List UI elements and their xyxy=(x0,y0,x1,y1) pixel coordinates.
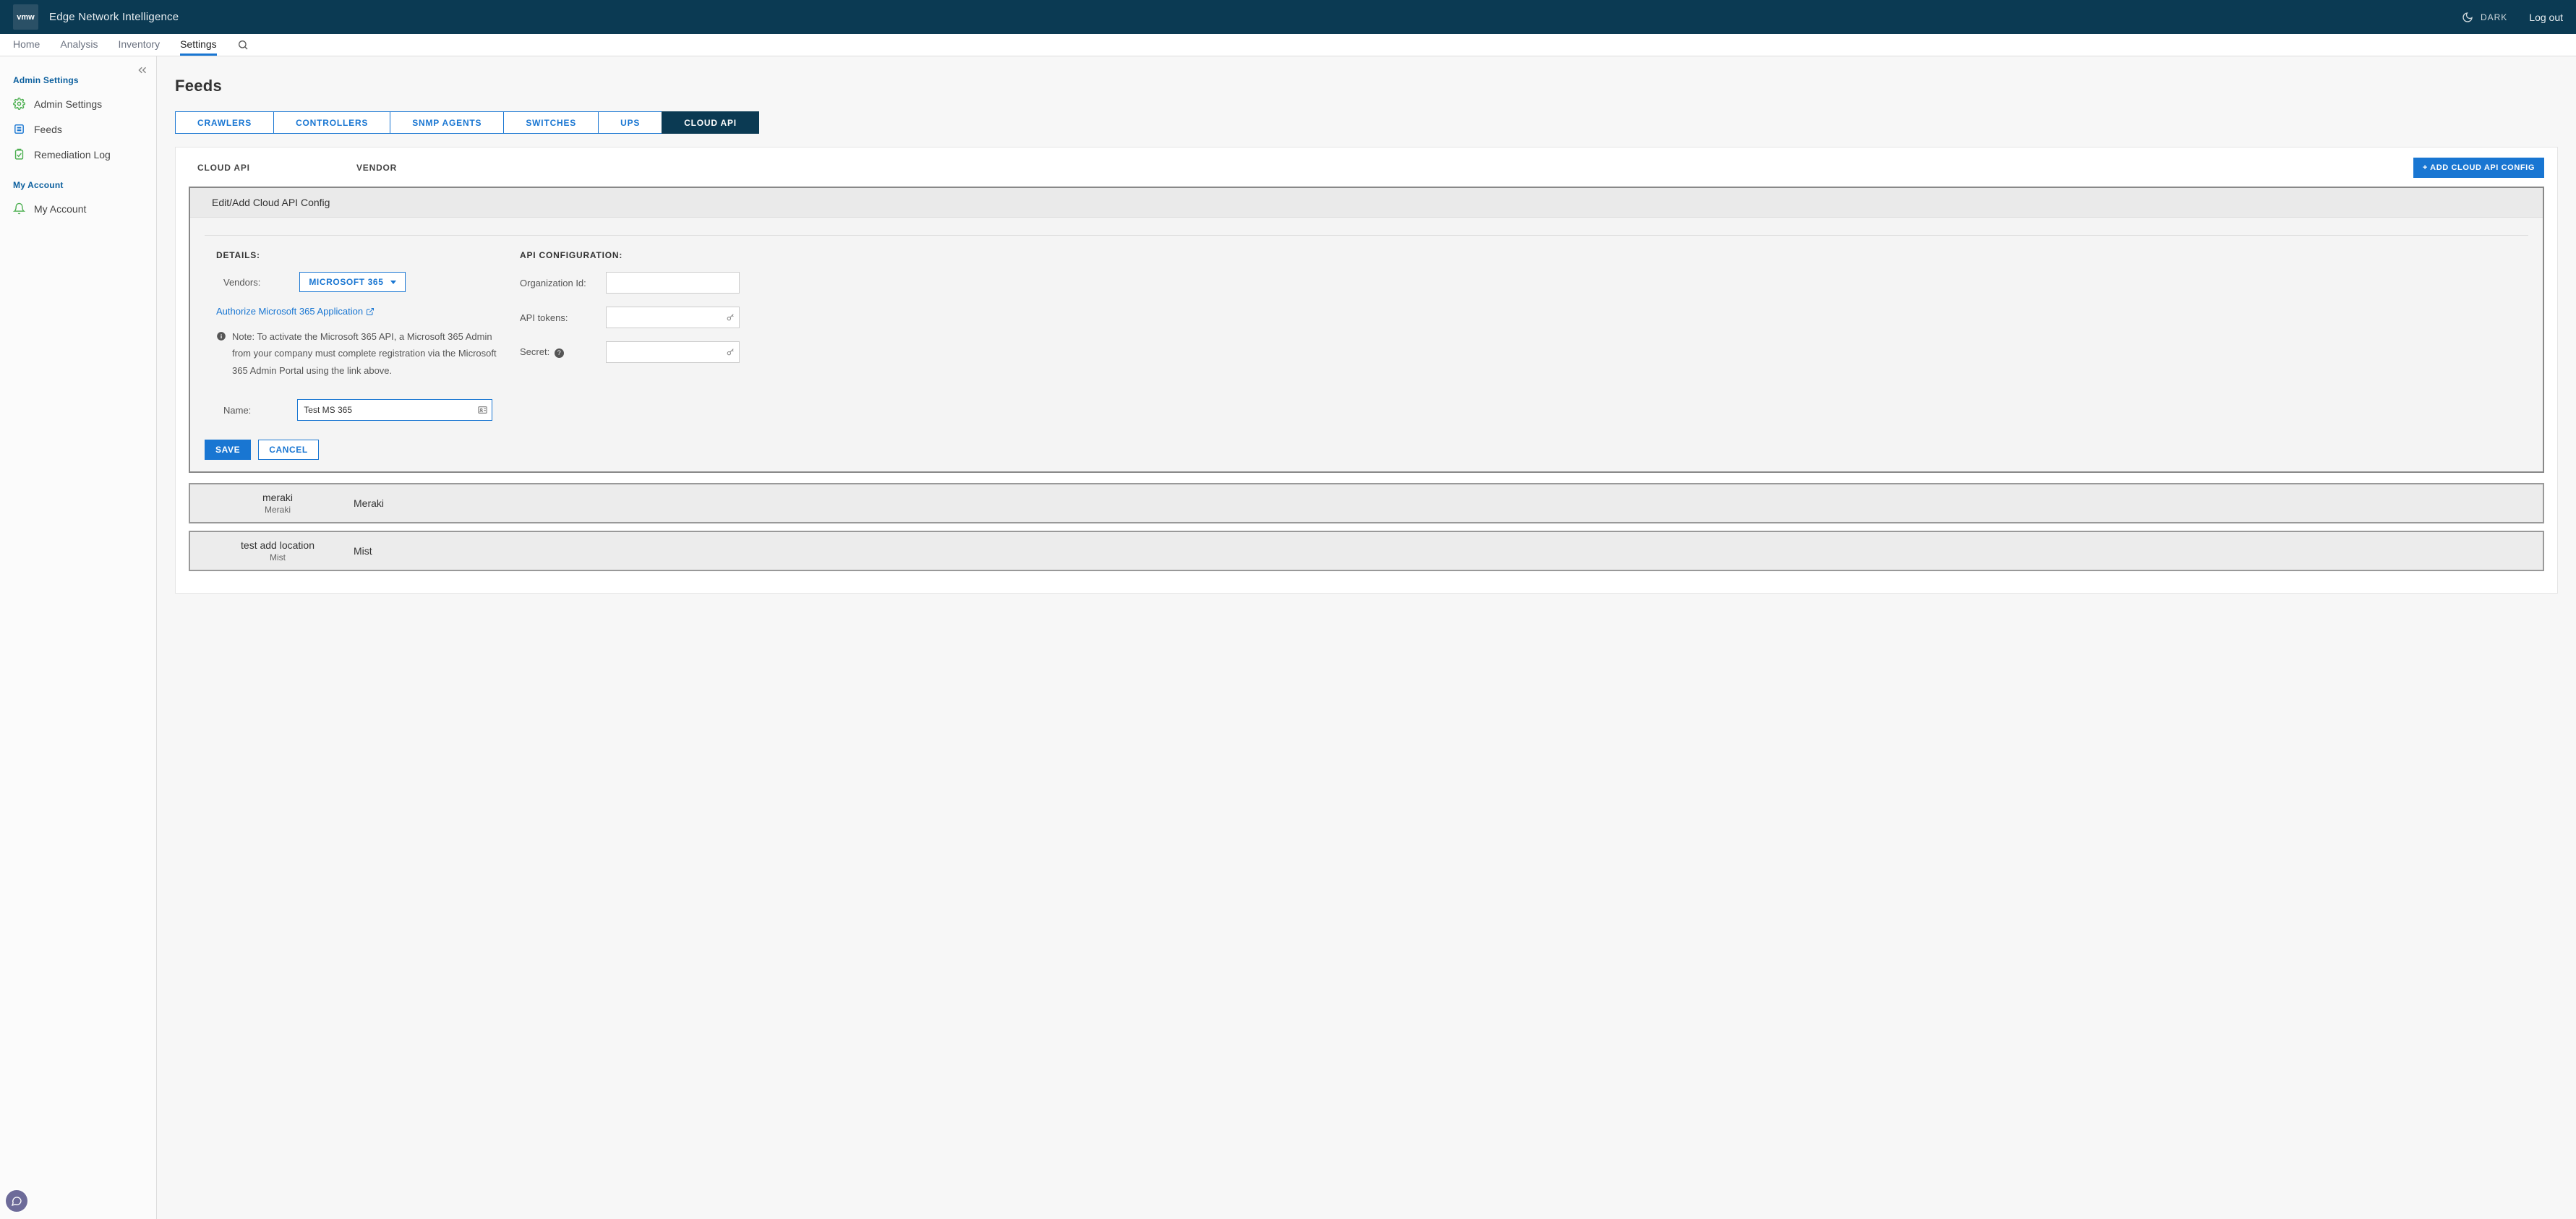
details-column: DETAILS: Vendors: MICROSOFT 365 A xyxy=(205,250,508,434)
edit-add-config-block: Edit/Add Cloud API Config DETAILS: Vendo… xyxy=(189,187,2544,473)
row-subtitle: Meraki xyxy=(202,505,354,515)
nav-settings[interactable]: Settings xyxy=(180,34,217,56)
tab-ups[interactable]: UPS xyxy=(598,111,662,134)
dark-mode-toggle[interactable]: DARK xyxy=(2462,12,2507,23)
row-vendor: Mist xyxy=(354,545,372,557)
vendors-label: Vendors: xyxy=(223,277,260,288)
cloud-api-panel: CLOUD API VENDOR + ADD CLOUD API CONFIG … xyxy=(175,147,2558,594)
note-block: i Note: To activate the Microsoft 365 AP… xyxy=(216,328,497,379)
save-button[interactable]: SAVE xyxy=(205,440,251,460)
brand-logo: vmw xyxy=(13,4,38,30)
row-vendor: Meraki xyxy=(354,497,384,509)
cloud-api-row[interactable]: meraki Meraki Meraki xyxy=(189,483,2544,523)
gear-icon xyxy=(13,98,25,110)
chevron-double-left-icon xyxy=(136,64,149,77)
top-header: vmw Edge Network Intelligence DARK Log o… xyxy=(0,0,2576,34)
clipboard-check-icon xyxy=(13,148,25,161)
nav-analysis[interactable]: Analysis xyxy=(60,34,98,56)
authorize-link-text: Authorize Microsoft 365 Application xyxy=(216,306,363,317)
secret-input[interactable] xyxy=(606,341,740,363)
sidebar-item-label: Admin Settings xyxy=(34,98,102,110)
row-name: test add location xyxy=(202,539,354,551)
note-text: Note: To activate the Microsoft 365 API,… xyxy=(232,328,497,379)
dark-label: DARK xyxy=(2481,12,2507,22)
search-icon xyxy=(237,39,249,51)
panel-header-row: CLOUD API VENDOR + ADD CLOUD API CONFIG xyxy=(189,158,2544,178)
bell-icon xyxy=(13,202,25,215)
secret-label: Secret: ? xyxy=(520,346,596,358)
column-header-vendor: VENDOR xyxy=(356,163,397,173)
authorize-link[interactable]: Authorize Microsoft 365 Application xyxy=(216,306,375,317)
org-id-label: Organization Id: xyxy=(520,278,596,288)
external-link-icon xyxy=(366,307,375,316)
tab-controllers[interactable]: CONTROLLERS xyxy=(273,111,390,134)
api-config-column: API CONFIGURATION: Organization Id: API … xyxy=(508,250,2528,434)
help-fab[interactable] xyxy=(6,1190,27,1212)
name-input[interactable] xyxy=(297,399,492,421)
sidebar-item-admin-settings[interactable]: Admin Settings xyxy=(0,91,156,116)
tab-cloud-api[interactable]: CLOUD API xyxy=(662,111,759,134)
sidebar-item-label: Feeds xyxy=(34,124,62,135)
chat-icon xyxy=(11,1195,22,1207)
main-nav: Home Analysis Inventory Settings xyxy=(0,34,2576,56)
page-title: Feeds xyxy=(175,77,2558,95)
cancel-button[interactable]: CANCEL xyxy=(258,440,319,460)
sidebar-item-feeds[interactable]: Feeds xyxy=(0,116,156,142)
caret-down-icon xyxy=(390,281,396,284)
main-content: Feeds CRAWLERS CONTROLLERS SNMP AGENTS S… xyxy=(157,56,2576,1219)
sidebar: Admin Settings Admin Settings Feeds Reme… xyxy=(0,56,157,1219)
sidebar-item-remediation-log[interactable]: Remediation Log xyxy=(0,142,156,167)
logout-link[interactable]: Log out xyxy=(2529,12,2563,23)
tab-crawlers[interactable]: CRAWLERS xyxy=(175,111,273,134)
sidebar-section-admin: Admin Settings xyxy=(0,62,156,91)
column-header-cloud-api: CLOUD API xyxy=(197,163,313,173)
sidebar-item-my-account[interactable]: My Account xyxy=(0,196,156,221)
tab-snmp-agents[interactable]: SNMP AGENTS xyxy=(390,111,503,134)
vendors-value: MICROSOFT 365 xyxy=(309,277,383,287)
name-label: Name: xyxy=(223,405,251,416)
edit-block-title: Edit/Add Cloud API Config xyxy=(190,188,2543,218)
sidebar-item-label: Remediation Log xyxy=(34,149,111,161)
vendors-dropdown[interactable]: MICROSOFT 365 xyxy=(299,272,406,292)
add-cloud-api-config-button[interactable]: + ADD CLOUD API CONFIG xyxy=(2413,158,2544,178)
info-icon: i xyxy=(216,331,226,341)
row-name: meraki xyxy=(202,492,354,503)
row-subtitle: Mist xyxy=(202,552,354,563)
list-icon xyxy=(13,123,25,135)
search-button[interactable] xyxy=(237,34,249,56)
moon-icon xyxy=(2462,12,2473,23)
help-icon[interactable]: ? xyxy=(555,348,564,358)
api-tokens-label: API tokens: xyxy=(520,312,596,323)
contact-card-icon xyxy=(477,405,488,416)
nav-home[interactable]: Home xyxy=(13,34,40,56)
nav-inventory[interactable]: Inventory xyxy=(119,34,161,56)
key-icon xyxy=(726,348,735,357)
sidebar-collapse-button[interactable] xyxy=(136,64,149,79)
tab-switches[interactable]: SWITCHES xyxy=(503,111,598,134)
api-tokens-input[interactable] xyxy=(606,307,740,328)
app-title: Edge Network Intelligence xyxy=(49,11,179,23)
sidebar-section-my-account: My Account xyxy=(0,167,156,196)
org-id-input[interactable] xyxy=(606,272,740,294)
cloud-api-row[interactable]: test add location Mist Mist xyxy=(189,531,2544,571)
feeds-tab-group: CRAWLERS CONTROLLERS SNMP AGENTS SWITCHE… xyxy=(175,111,2558,134)
key-icon xyxy=(726,313,735,322)
api-config-title: API CONFIGURATION: xyxy=(520,250,2517,260)
details-title: DETAILS: xyxy=(216,250,497,260)
sidebar-item-label: My Account xyxy=(34,203,86,215)
